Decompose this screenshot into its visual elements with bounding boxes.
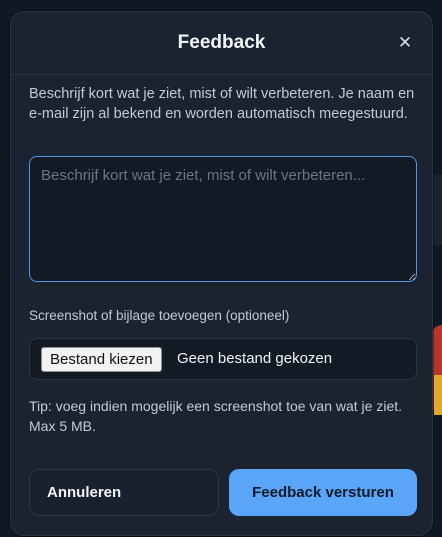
attachment-tip: Tip: voeg indien mogelijk een screenshot… <box>29 398 403 434</box>
feedback-message-input[interactable] <box>29 156 417 282</box>
close-icon[interactable]: ✕ <box>394 32 416 54</box>
file-status-text: Geen bestand gekozen <box>177 350 333 367</box>
dialog-description: Beschrijf kort wat je ziet, mist of wilt… <box>29 86 415 122</box>
header-divider <box>11 74 432 75</box>
dialog-title: Feedback <box>177 32 266 53</box>
choose-file-button[interactable]: Bestand kiezen <box>41 347 162 372</box>
submit-feedback-button[interactable]: Feedback versturen <box>229 469 417 516</box>
attachment-file-input[interactable]: Bestand kiezen Geen bestand gekozen <box>29 338 417 380</box>
feedback-dialog: Feedback ✕ Beschrijf kort wat je ziet, m… <box>10 11 433 536</box>
attachment-label: Screenshot of bijlage toevoegen (optione… <box>29 308 290 323</box>
background-chart-slice <box>434 375 442 415</box>
cancel-button[interactable]: Annuleren <box>29 469 219 516</box>
